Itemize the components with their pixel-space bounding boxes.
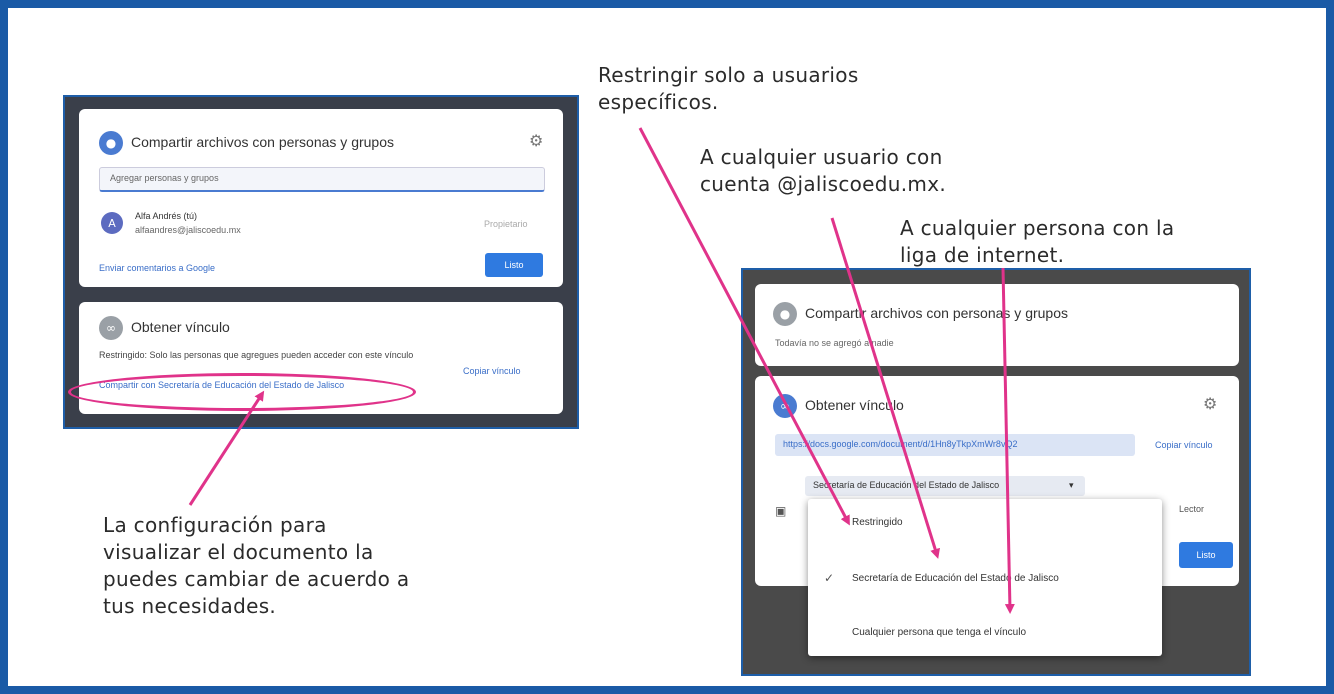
- add-people-placeholder: Agregar personas y grupos: [110, 173, 219, 183]
- owner-name: Alfa Andrés (tú): [135, 211, 198, 221]
- option-anyone[interactable]: Cualquier persona que tenga el vínculo: [852, 627, 1026, 638]
- done-button[interactable]: Listo: [485, 253, 543, 277]
- share-title-right: Compartir archivos con personas y grupos: [805, 305, 1069, 321]
- highlight-ellipse: [68, 373, 416, 411]
- caption-restrict-line-1: Restringir solo a usuarios: [598, 63, 859, 87]
- link-scope-dropdown: Restringido ✓ Secretaría de Educación de…: [808, 499, 1162, 656]
- chevron-down-icon: ▾: [1069, 480, 1074, 490]
- caption-config: La configuración para visualizar el docu…: [103, 512, 409, 620]
- caption-domain: A cualquier usuario con cuenta @jaliscoe…: [700, 144, 946, 198]
- caption-config-line-3: puedes cambiar de acuerdo a: [103, 567, 410, 591]
- scope-select[interactable]: Secretaría de Educación del Estado de Ja…: [805, 476, 1085, 496]
- share-people-card-collapsed: ● Compartir archivos con personas y grup…: [755, 284, 1239, 366]
- share-people-card: ● Compartir archivos con personas y grup…: [79, 109, 563, 287]
- copy-link[interactable]: Copiar vínculo: [463, 366, 521, 376]
- caption-config-line-4: tus necesidades.: [103, 594, 277, 618]
- feedback-link[interactable]: Enviar comentarios a Google: [99, 263, 215, 273]
- link-url: https://docs.google.com/document/d/1Hn8y…: [783, 439, 1018, 449]
- get-link-title-right: Obtener vínculo: [805, 397, 904, 413]
- restricted-line: Restringido: Solo las personas que agreg…: [99, 350, 414, 360]
- get-link-title: Obtener vínculo: [131, 319, 230, 335]
- person-add-icon-right: ●: [773, 302, 797, 326]
- caption-config-line-1: La configuración para: [103, 513, 327, 537]
- building-icon: ▣: [775, 504, 787, 518]
- caption-domain-line-1: A cualquier usuario con: [700, 145, 943, 169]
- right-share-dialog-screenshot: ● Compartir archivos con personas y grup…: [741, 268, 1251, 676]
- option-domain[interactable]: Secretaría de Educación del Estado de Ja…: [852, 573, 1059, 584]
- caption-config-line-2: visualizar el documento la: [103, 540, 374, 564]
- person-add-icon: ●: [99, 131, 123, 155]
- role-select[interactable]: Lector: [1179, 504, 1204, 514]
- gear-icon-right[interactable]: ⚙: [1203, 394, 1217, 413]
- link-icon-right: ∞: [773, 394, 797, 418]
- caption-restrict: Restringir solo a usuarios específicos.: [598, 62, 859, 116]
- caption-domain-line-2: cuenta @jaliscoedu.mx.: [700, 172, 946, 196]
- gear-icon[interactable]: ⚙: [529, 131, 543, 150]
- caption-restrict-line-2: específicos.: [598, 90, 719, 114]
- owner-role: Propietario: [484, 219, 528, 229]
- check-icon: ✓: [824, 571, 835, 585]
- caption-anyone-line-1: A cualquier persona con la: [900, 216, 1175, 240]
- add-people-input[interactable]: Agregar personas y grupos: [99, 167, 545, 192]
- copy-link-right[interactable]: Copiar vínculo: [1155, 440, 1213, 450]
- scope-chip-label: Secretaría de Educación del Estado de Ja…: [813, 480, 1000, 490]
- share-title: Compartir archivos con personas y grupos: [131, 134, 395, 150]
- caption-anyone: A cualquier persona con la liga de inter…: [900, 215, 1174, 269]
- done-button-right[interactable]: Listo: [1179, 542, 1233, 568]
- link-icon: ∞: [99, 316, 123, 340]
- caption-anyone-line-2: liga de internet.: [900, 243, 1065, 267]
- share-subtitle: Todavía no se agregó a nadie: [775, 338, 894, 348]
- link-url-field[interactable]: https://docs.google.com/document/d/1Hn8y…: [775, 434, 1135, 456]
- avatar: A: [101, 212, 123, 234]
- owner-email: alfaandres@jaliscoedu.mx: [135, 225, 241, 235]
- option-restricted[interactable]: Restringido: [852, 517, 903, 528]
